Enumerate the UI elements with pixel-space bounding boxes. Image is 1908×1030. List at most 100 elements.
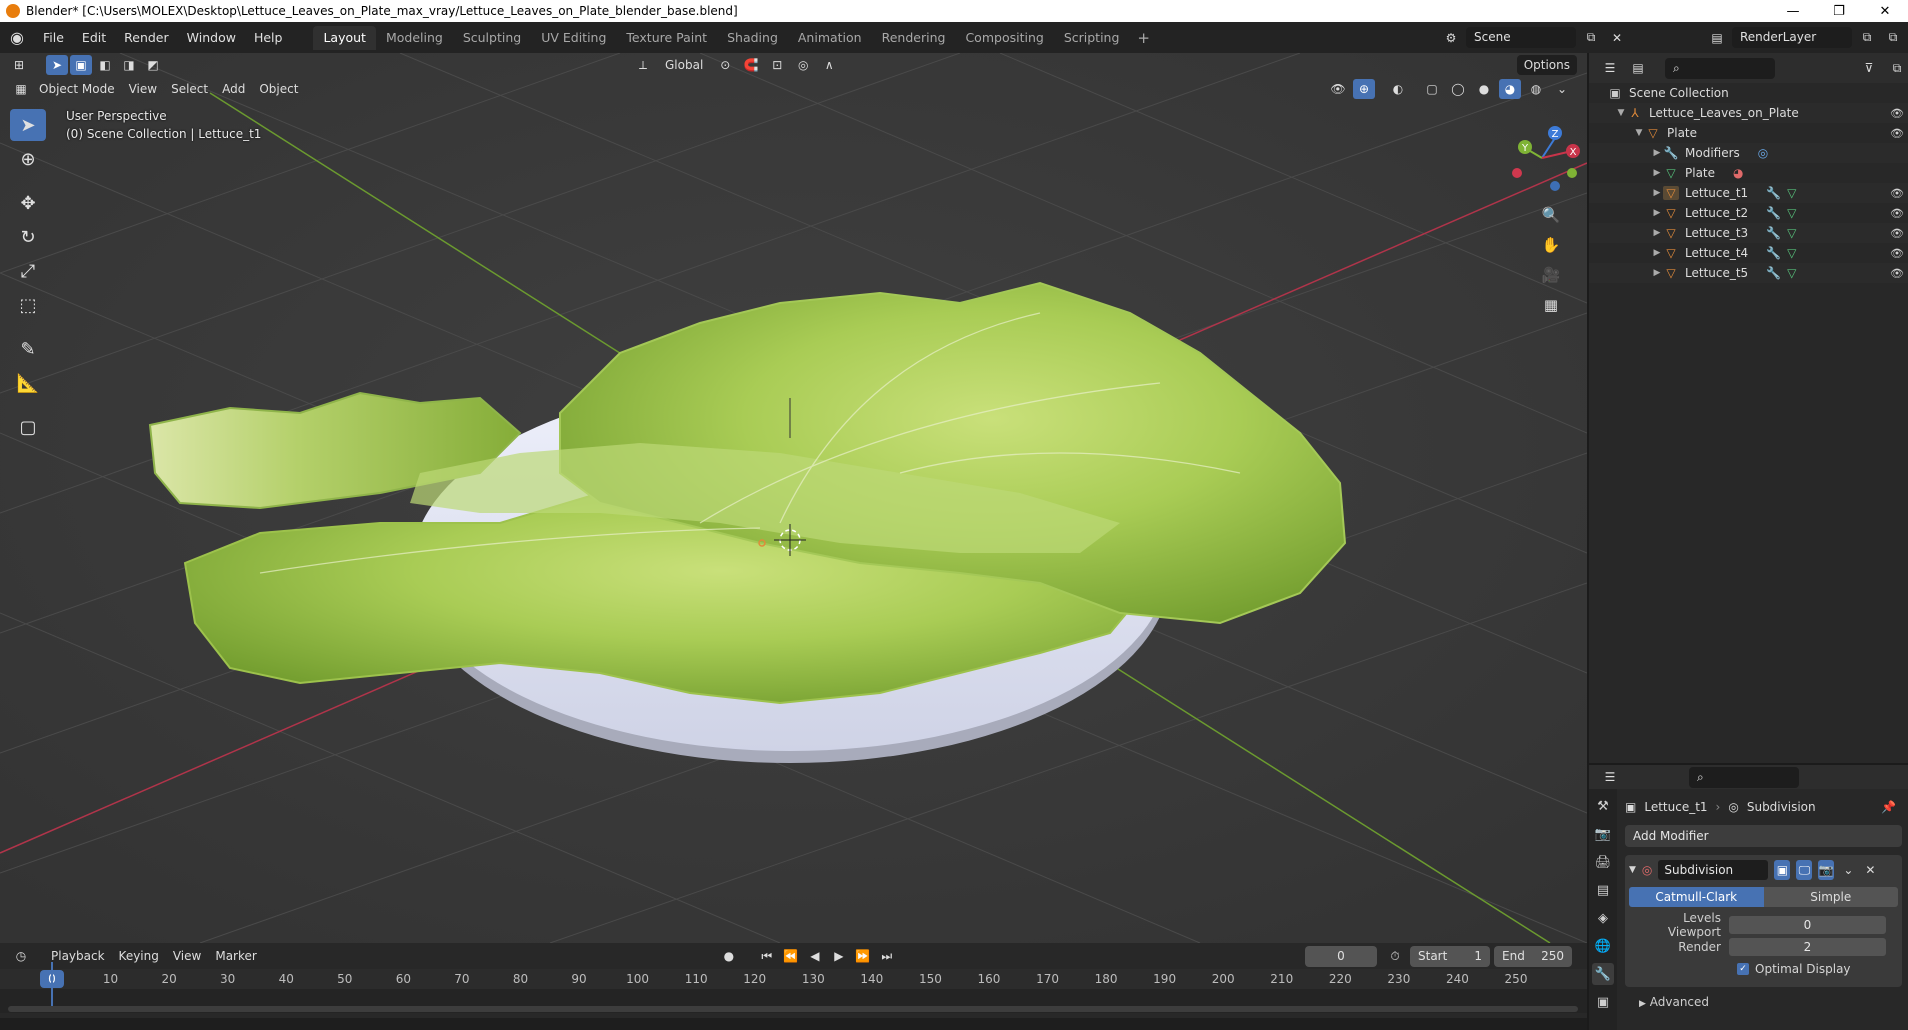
tweak-tool-icon[interactable]: ➤ — [46, 55, 68, 75]
tool-tab-icon[interactable]: ⚒ — [1592, 795, 1614, 817]
visibility-eye-icon[interactable]: 👁 — [1890, 227, 1904, 240]
remove-modifier-icon[interactable]: ✕ — [1862, 860, 1878, 880]
outliner-row-lettuce-t4[interactable]: ▶ ▽ Lettuce_t4 🔧 ▽ 👁 — [1589, 243, 1908, 263]
scene-icon[interactable]: ⚙ — [1440, 28, 1462, 48]
jump-start-icon[interactable]: ⏮ — [756, 946, 778, 966]
outliner-row-lettuce-t1[interactable]: ▶ ▽ Lettuce_t1 🔧 ▽ 👁 — [1589, 183, 1908, 203]
tab-modeling[interactable]: Modeling — [376, 26, 453, 50]
tab-uv-editing[interactable]: UV Editing — [531, 26, 616, 50]
properties-editor-type-icon[interactable]: ☰ — [1599, 767, 1621, 787]
select-box-new-icon[interactable]: ▣ — [70, 55, 92, 75]
camera-view-icon[interactable]: 🎥 — [1537, 261, 1565, 289]
modifier-tab-icon[interactable]: 🔧 — [1592, 963, 1614, 985]
viewport-toggle-icon[interactable]: 🖵 — [1796, 860, 1813, 880]
viewport-menu-view[interactable]: View — [122, 79, 164, 99]
select-box-extend-icon[interactable]: ◧ — [94, 55, 116, 75]
tab-compositing[interactable]: Compositing — [955, 26, 1053, 50]
edit-mode-toggle-icon[interactable]: ▣ — [1774, 860, 1791, 880]
render-layer-field[interactable]: RenderLayer — [1732, 27, 1852, 48]
render-toggle-icon[interactable]: 📷 — [1818, 860, 1835, 880]
object-tab-icon[interactable]: ▣ — [1592, 991, 1614, 1013]
delete-scene-icon[interactable]: ✕ — [1606, 28, 1628, 48]
add-workspace-button[interactable]: + — [1129, 29, 1158, 47]
falloff-icon[interactable]: ∧ — [818, 55, 840, 75]
new-collection-icon[interactable]: ⧉ — [1886, 58, 1908, 78]
expand-arrow-icon[interactable]: ▶ — [1651, 208, 1663, 218]
overlays-icon[interactable]: ◐ — [1387, 79, 1409, 99]
layer-extra-icon[interactable]: ⧉ — [1882, 28, 1904, 48]
play-icon[interactable]: ▶ — [828, 946, 850, 966]
expand-arrow-icon[interactable]: ▼ — [1615, 108, 1627, 118]
expand-arrow-icon[interactable]: ▶ — [1651, 228, 1663, 238]
menu-render[interactable]: Render — [115, 22, 178, 53]
menu-edit[interactable]: Edit — [73, 22, 115, 53]
viewport-menu-select[interactable]: Select — [164, 79, 215, 99]
snap-target-icon[interactable]: ⊡ — [766, 55, 788, 75]
properties-search-input[interactable]: ⌕ — [1689, 766, 1799, 788]
new-scene-icon[interactable]: ⧉ — [1580, 28, 1602, 48]
visibility-eye-icon[interactable]: 👁 — [1890, 247, 1904, 260]
tab-rendering[interactable]: Rendering — [872, 26, 956, 50]
expand-arrow-icon[interactable]: ▶ — [1651, 268, 1663, 278]
next-keyframe-icon[interactable]: ⏩ — [852, 946, 874, 966]
play-reverse-icon[interactable]: ◀ — [804, 946, 826, 966]
object-mode-icon[interactable]: ▦ — [10, 79, 32, 99]
outliner-row-lettuce-t5[interactable]: ▶ ▽ Lettuce_t5 🔧 ▽ 👁 — [1589, 263, 1908, 283]
measure-tool-icon[interactable]: 📐 — [10, 367, 46, 399]
simple-option[interactable]: Simple — [1763, 887, 1898, 907]
select-box-invert-icon[interactable]: ◩ — [142, 55, 164, 75]
transform-tool-icon[interactable]: ⬚ — [10, 289, 46, 321]
filter-icon[interactable]: ⊽ — [1858, 58, 1880, 78]
scale-tool-icon[interactable]: ⤢ — [10, 255, 46, 287]
axis-gizmo[interactable]: Z Y X — [1497, 113, 1587, 193]
current-frame-field[interactable]: 0 — [1305, 945, 1377, 967]
move-tool-icon[interactable]: ✥ — [10, 187, 46, 219]
orientation-icon[interactable]: ⟂ — [632, 55, 654, 75]
collapse-arrow-icon[interactable]: ▼ — [1629, 865, 1636, 875]
outliner-search-input[interactable]: ⌕ — [1665, 57, 1775, 79]
tab-animation[interactable]: Animation — [788, 26, 872, 50]
timeline-menu-keying[interactable]: Keying — [112, 946, 166, 966]
ortho-grid-icon[interactable]: ▦ — [1537, 291, 1565, 319]
prev-keyframe-icon[interactable]: ⏪ — [780, 946, 802, 966]
outliner-row-lettuce-t3[interactable]: ▶ ▽ Lettuce_t3 🔧 ▽ 👁 — [1589, 223, 1908, 243]
xray-icon[interactable]: ▢ — [1421, 79, 1443, 99]
material-preview-icon[interactable]: ◕ — [1499, 79, 1521, 99]
expand-arrow-icon[interactable]: ▶ — [1651, 148, 1663, 158]
annotate-tool-icon[interactable]: ✎ — [10, 333, 46, 365]
render-layer-icon[interactable]: ▤ — [1706, 28, 1728, 48]
catmull-clark-option[interactable]: Catmull-Clark — [1629, 887, 1764, 907]
rendered-shading-icon[interactable]: ◍ — [1525, 79, 1547, 99]
tab-texture-paint[interactable]: Texture Paint — [616, 26, 717, 50]
preview-range-icon[interactable]: ⏱ — [1384, 946, 1406, 966]
menu-window[interactable]: Window — [178, 22, 245, 53]
render-tab-icon[interactable]: 📷 — [1592, 823, 1614, 845]
cursor-tool-icon[interactable]: ⊕ — [10, 143, 46, 175]
add-cube-tool-icon[interactable]: ▢ — [10, 411, 46, 443]
optimal-display-checkbox[interactable]: ✓ — [1737, 963, 1749, 975]
timeline-menu-view[interactable]: View — [166, 946, 208, 966]
render-levels-field[interactable]: 2 — [1729, 938, 1886, 956]
editor-type-icon[interactable]: ⊞ — [8, 55, 30, 75]
visibility-eye-icon[interactable]: 👁 — [1890, 267, 1904, 280]
menu-file[interactable]: File — [34, 22, 73, 53]
scene-tab-icon[interactable]: ◈ — [1592, 907, 1614, 929]
view-layer-tab-icon[interactable]: ▤ — [1592, 879, 1614, 901]
visibility-eye-icon[interactable]: 👁 — [1890, 127, 1904, 140]
modifier-name-field[interactable]: Subdivision — [1658, 860, 1769, 880]
pan-hand-icon[interactable]: ✋ — [1537, 231, 1565, 259]
levels-viewport-field[interactable]: 0 — [1729, 916, 1886, 934]
pivot-icon[interactable]: ⊙ — [714, 55, 736, 75]
visibility-eye-icon[interactable]: 👁 — [1890, 107, 1904, 120]
expand-arrow-icon[interactable]: ▶ — [1651, 188, 1663, 198]
viewport-menu-object[interactable]: Object — [252, 79, 305, 99]
outliner-row-plate[interactable]: ▼ ▽ Plate 👁 — [1589, 123, 1908, 143]
tab-layout[interactable]: Layout — [313, 25, 376, 50]
visibility-icon[interactable]: 👁 — [1327, 79, 1349, 99]
visibility-eye-icon[interactable]: 👁 — [1890, 187, 1904, 200]
frame-ruler[interactable]: 0102030405060708090100110120130140150160… — [0, 969, 1587, 989]
maximize-button[interactable]: ❐ — [1816, 0, 1862, 22]
display-mode-icon[interactable]: ▤ — [1627, 58, 1649, 78]
viewport-menu-add[interactable]: Add — [215, 79, 252, 99]
add-modifier-button[interactable]: Add Modifier — [1625, 825, 1902, 847]
